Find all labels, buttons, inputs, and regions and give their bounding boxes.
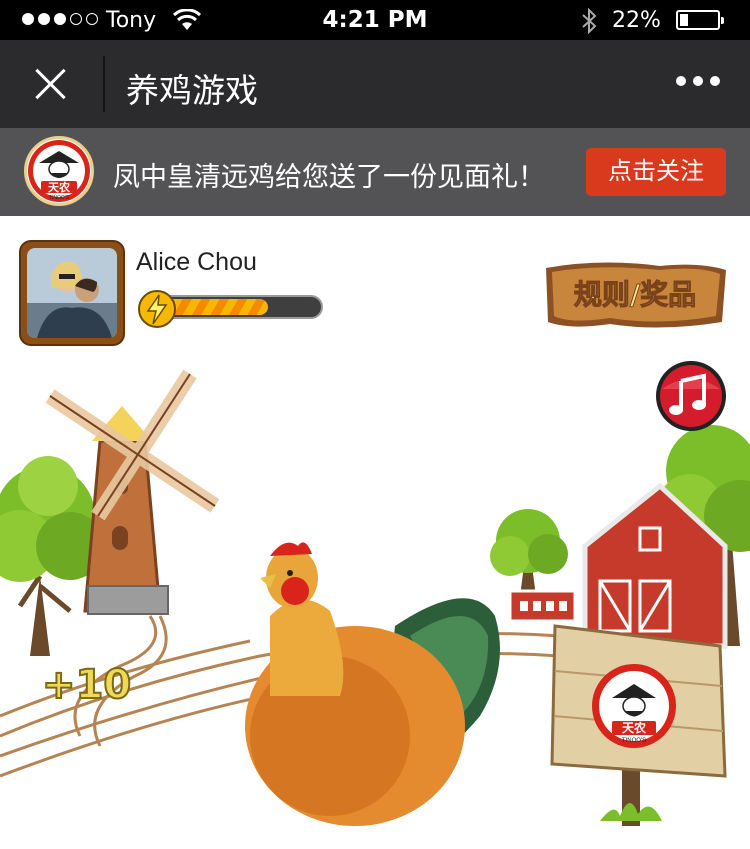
player-name: Alice Chou <box>136 248 257 276</box>
svg-text:规则/奖品: 规则/奖品 <box>574 278 696 311</box>
svg-text:天农: 天农 <box>622 720 646 735</box>
svg-text:TINOO'S: TINOO'S <box>622 738 646 744</box>
wooden-sign: 天农 TINOO'S <box>550 624 727 826</box>
status-bar: Tony 4:21 PM 22% <box>0 0 750 40</box>
page-title: 养鸡游戏 <box>126 71 258 110</box>
music-note-icon[interactable] <box>654 359 728 433</box>
follow-button[interactable]: 点击关注 <box>586 148 726 196</box>
svg-text:TINOO'S: TINOO'S <box>49 195 70 201</box>
rooster <box>245 542 500 826</box>
svg-text:天农: 天农 <box>48 180 70 194</box>
points-popup: +10 <box>41 661 132 709</box>
brand-logo: 天农 TINOO'S <box>24 136 94 206</box>
follow-banner: 天农 TINOO'S 凤中皇清远鸡给您送了一份见面礼！ 点击关注 <box>0 128 750 216</box>
lightning-icon <box>138 290 176 328</box>
nav-bar: 养鸡游戏 <box>0 40 750 128</box>
more-icon[interactable] <box>676 76 720 86</box>
middle-tree <box>490 509 568 596</box>
game-area: 天农 TINOO'S Alice Chou 规则/奖品 +10 <box>0 216 750 849</box>
close-icon[interactable] <box>28 62 72 106</box>
nav-divider <box>103 56 105 112</box>
bluetooth-icon <box>582 8 597 34</box>
rules-prizes-button[interactable]: 规则/奖品 <box>540 256 730 332</box>
energy-bar <box>137 289 325 328</box>
avatar[interactable] <box>19 240 125 346</box>
battery-icon <box>676 10 724 30</box>
welcome-gift-message: 凤中皇清远鸡给您送了一份见面礼！ <box>113 162 545 192</box>
battery-percentage: 22% <box>612 8 661 33</box>
